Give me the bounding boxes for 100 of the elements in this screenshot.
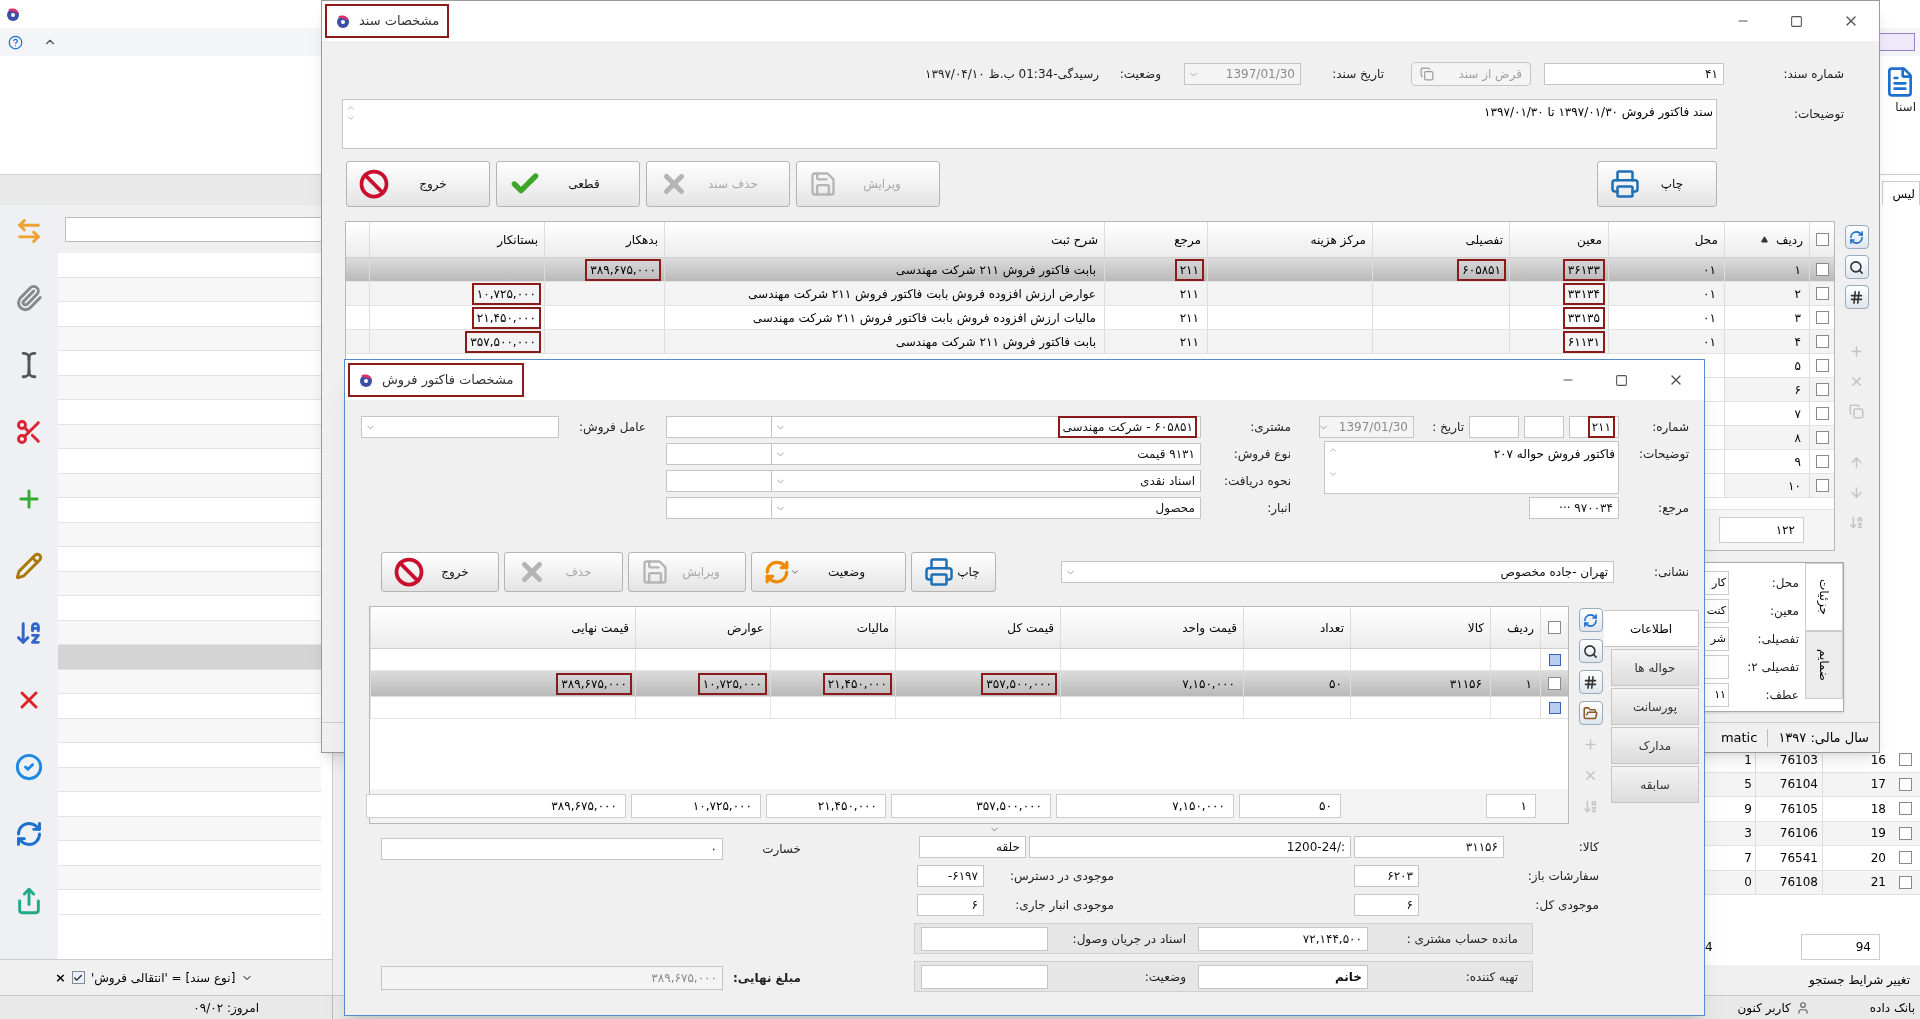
text-field[interactable]: ۶ [917, 894, 984, 916]
column-header[interactable]: عوارض [727, 618, 764, 637]
new-row-icon[interactable] [1548, 701, 1561, 714]
checkbox[interactable] [1898, 851, 1912, 865]
column-header[interactable]: قیمت واحد [1182, 618, 1237, 637]
column-header[interactable]: کالا [1467, 618, 1484, 637]
scroll-up-icon[interactable] [1328, 445, 1338, 455]
list-row[interactable] [58, 816, 321, 841]
checkbox[interactable] [71, 971, 85, 984]
text-field[interactable]: محصول [771, 497, 1201, 519]
list-row[interactable] [58, 571, 321, 596]
text-field[interactable] [921, 926, 1048, 951]
refresh-icon[interactable] [1578, 608, 1603, 632]
checkbox[interactable] [1815, 287, 1829, 300]
text-field[interactable]: تهران -جاده مخصوص [1061, 561, 1614, 583]
checkbox[interactable] [1548, 621, 1561, 634]
column-header[interactable]: مالیات [856, 618, 889, 637]
table-row[interactable]: ۶ [1724, 378, 1834, 401]
column-header[interactable]: معین [1577, 230, 1602, 249]
vertical-tab[interactable]: ضمایم [1805, 631, 1843, 699]
double-arrow-icon[interactable] [15, 217, 43, 245]
print-button[interactable]: چاپ [911, 552, 996, 592]
text-field[interactable] [921, 964, 1048, 989]
list-row[interactable] [58, 522, 321, 547]
list-row[interactable] [58, 620, 321, 645]
scroll-up-icon[interactable] [346, 103, 356, 113]
sort-icon[interactable] [15, 619, 43, 647]
exit-button[interactable]: خروج [381, 552, 499, 592]
checkbox[interactable] [1815, 359, 1829, 372]
column-header[interactable]: تعداد [1319, 618, 1344, 637]
table-row[interactable]: ۱ ۳۱۱۵۶ ۵۰ ۷,۱۵۰,۰۰۰ ۳۵۷,۵۰۰,۰۰۰ ۲۱,۴۵۰,۰۰۰ ۱۰,۷۲۵,۰۰۰ ۳۸۹,۶۷۵,۰۰۰ [370, 671, 1568, 697]
text-field[interactable] [666, 497, 771, 519]
text-field[interactable]: ۲۱۱ [1569, 416, 1619, 438]
refresh-icon[interactable] [1844, 225, 1869, 249]
table-row[interactable]: ۱۰ [1724, 474, 1834, 497]
text-field[interactable]: ۳۱۱۵۶ [1354, 836, 1504, 858]
column-header[interactable]: بستانکار [497, 230, 538, 249]
checkbox[interactable] [1815, 335, 1829, 348]
refresh-icon[interactable] [15, 820, 43, 848]
export-icon[interactable] [15, 887, 43, 915]
checkbox[interactable] [1898, 802, 1912, 816]
text-field[interactable]: ۶ [1354, 894, 1419, 916]
checkbox[interactable] [1815, 407, 1829, 420]
maximize-icon[interactable] [1790, 14, 1803, 28]
text-field[interactable] [1469, 416, 1519, 438]
column-header[interactable]: تفصیلی [1465, 230, 1503, 249]
list-row[interactable] [58, 473, 321, 498]
new-row-icon[interactable] [1548, 653, 1561, 666]
side-tab[interactable]: اطلاعات [1604, 610, 1699, 647]
checkbox[interactable] [1815, 431, 1829, 444]
text-field[interactable] [1524, 416, 1564, 438]
text-field[interactable] [666, 470, 771, 492]
list-row[interactable] [58, 326, 321, 351]
column-header[interactable]: قیمت نهایی [571, 618, 629, 637]
checkbox[interactable] [1898, 753, 1912, 767]
checkbox[interactable] [1898, 826, 1912, 840]
notes-field[interactable]: فاکتور فروش حواله ۲۰۷ [1324, 441, 1619, 494]
side-tab[interactable]: پورسانت [1611, 688, 1699, 725]
print-button[interactable]: چاپ [1597, 161, 1717, 207]
list-row[interactable] [58, 718, 321, 743]
number-icon[interactable] [1844, 285, 1869, 309]
text-field[interactable]: 1200-24/: [1029, 836, 1351, 858]
clear-filter-button[interactable]: × [55, 967, 66, 988]
checkbox[interactable] [1898, 875, 1912, 889]
text-field[interactable]: خانم [1198, 964, 1368, 989]
text-field[interactable]: ۷۲,۱۴۴,۵۰۰ [1198, 926, 1368, 951]
scroll-down-icon[interactable] [346, 113, 356, 123]
column-header[interactable]: محل [1694, 230, 1718, 249]
list-row[interactable] [58, 767, 321, 792]
search-icon[interactable] [1578, 639, 1603, 663]
dropdown-field[interactable] [1879, 33, 1915, 51]
text-field[interactable]: ۴۱ [1544, 63, 1724, 85]
text-field[interactable]: حلقه [919, 836, 1026, 858]
text-field[interactable]: ۹۷۰۰۳۴ ··· [1529, 497, 1619, 519]
text-field[interactable]: ۶۱۹۷- [917, 865, 984, 887]
table-row[interactable]: ۸ [1724, 426, 1834, 449]
list-row[interactable] [58, 669, 321, 694]
maximize-icon[interactable] [1615, 373, 1628, 387]
vertical-tab[interactable]: جزئیات [1805, 563, 1843, 631]
text-field[interactable]: اسناد نقدی [771, 470, 1201, 492]
check-circle-icon[interactable] [15, 753, 43, 781]
notes-field[interactable]: سند فاکتور فروش ۱۳۹۷/۰۱/۳۰ تا ۱۳۹۷/۰۱/۳۰ [342, 99, 1717, 149]
list-row[interactable] [58, 277, 321, 302]
text-field[interactable] [666, 416, 771, 438]
table-row[interactable]: ۱ ۰۱ ۳۶۱۳۳ ۶۰۵۸۵۱ ۲۱۱ بابت فاکتور فروش ۲۱۱ شرکت مهندسی ۳۸۹,۶۷۵,۰۰۰ [346, 258, 1834, 282]
text-field[interactable] [361, 416, 559, 438]
checkbox[interactable] [1815, 383, 1829, 396]
column-header[interactable]: شرح ثبت [1051, 230, 1098, 249]
search-icon[interactable] [1844, 255, 1869, 279]
folder-icon[interactable] [1578, 701, 1603, 725]
paperclip-icon[interactable] [15, 284, 43, 312]
list-row[interactable] [58, 424, 321, 449]
table-row[interactable]: ۴ ۰۱ ۶۱۱۳۱ ۲۱۱ بابت فاکتور فروش ۲۱۱ شرکت مهندسی ۳۵۷,۵۰۰,۰۰۰ [346, 330, 1834, 354]
column-header[interactable]: قیمت کل [1007, 618, 1054, 637]
table-row[interactable]: ۳ ۰۱ ۳۳۱۳۵ ۲۱۱ مالیات ارزش افزوده فروش بابت فاکتور فروش ۲۱۱ شرکت مهندسی ۲۱,۴۵۰,۰۰۰ [346, 306, 1834, 330]
side-tab[interactable]: سابقه [1611, 766, 1699, 803]
pencil-icon[interactable] [15, 552, 43, 580]
side-tab[interactable]: حواله ها [1611, 649, 1699, 686]
scissors-icon[interactable] [15, 418, 43, 446]
column-header[interactable]: بدهکار [625, 230, 658, 249]
